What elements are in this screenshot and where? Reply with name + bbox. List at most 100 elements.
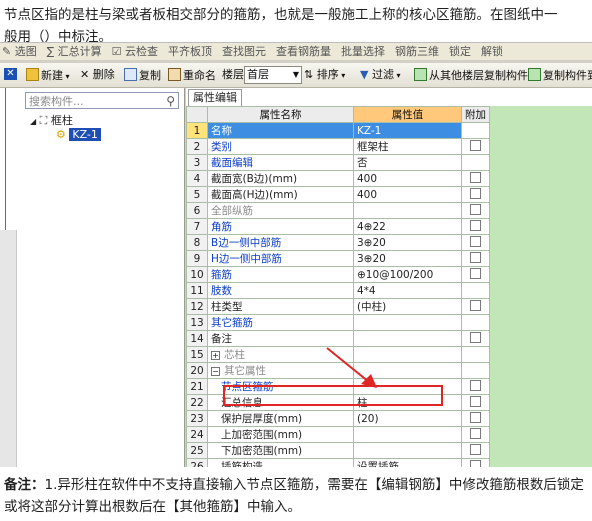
add-checkbox[interactable] bbox=[470, 332, 481, 343]
add-checkbox[interactable] bbox=[470, 204, 481, 215]
property-row[interactable]: 4 截面宽(B边)(mm) 400 bbox=[186, 170, 490, 187]
top-toolbar-item[interactable]: ✎ 选图 bbox=[0, 43, 37, 59]
row-number: 24 bbox=[186, 426, 208, 443]
component-toolbar: ✕ 新建 ▾ ✕ 删除 复制 重命名 楼层 首层 ▼ ⇅ 排序 ▾ ▼ 过滤 ▾ … bbox=[0, 63, 592, 88]
property-value[interactable] bbox=[353, 330, 462, 347]
property-value[interactable]: 3⊕20 bbox=[353, 250, 462, 267]
add-checkbox[interactable] bbox=[470, 396, 481, 407]
add-checkbox[interactable] bbox=[470, 220, 481, 231]
property-value[interactable] bbox=[353, 442, 462, 459]
copy-button[interactable]: 复制 bbox=[124, 68, 161, 82]
add-checkbox[interactable] bbox=[470, 268, 481, 279]
property-row[interactable]: 1 名称 KZ-1 bbox=[186, 122, 490, 139]
add-checkbox[interactable] bbox=[470, 428, 481, 439]
collapse-icon[interactable]: − bbox=[211, 367, 220, 376]
property-row[interactable]: 11 肢数 4*4 bbox=[186, 282, 490, 299]
property-row[interactable]: 24 上加密范围(mm) bbox=[186, 426, 490, 443]
property-value[interactable] bbox=[353, 426, 462, 443]
top-toolbar-item[interactable]: 解锁 bbox=[479, 43, 503, 59]
add-checkbox[interactable] bbox=[470, 412, 481, 423]
row-number: 26 bbox=[186, 458, 208, 467]
property-row[interactable]: 13 其它箍筋 bbox=[186, 314, 490, 331]
add-checkbox[interactable] bbox=[470, 300, 481, 311]
tree-node-frame-column[interactable]: ◢ ⛶ 框柱 bbox=[30, 114, 73, 128]
property-value[interactable]: 框架柱 bbox=[353, 138, 462, 155]
copy-to-button[interactable]: 复制构件到 bbox=[528, 68, 592, 82]
row-number: 20 bbox=[186, 362, 208, 379]
property-value[interactable]: 400 bbox=[353, 170, 462, 187]
sort-button[interactable]: ⇅ 排序 ▾ bbox=[304, 68, 345, 82]
copy-from-floor-button[interactable]: 从其他楼层复制构件 bbox=[414, 68, 528, 82]
property-row[interactable]: 5 截面高(H边)(mm) 400 bbox=[186, 186, 490, 203]
add-cell bbox=[461, 410, 490, 427]
column-header-name: 属性名称 bbox=[207, 106, 354, 123]
property-row[interactable]: 10 箍筋 ⊕10@100/200 bbox=[186, 266, 490, 283]
search-input[interactable]: 搜索构件... ⚲ bbox=[25, 92, 179, 109]
property-row[interactable]: 14 备注 bbox=[186, 330, 490, 347]
property-row[interactable]: 9 H边一侧中部筋 3⊕20 bbox=[186, 250, 490, 267]
new-button[interactable]: 新建 ▾ bbox=[26, 68, 70, 82]
row-number: 10 bbox=[186, 266, 208, 283]
property-value[interactable]: 4*4 bbox=[353, 282, 462, 299]
top-toolbar-item[interactable]: 平齐板顶 bbox=[166, 43, 212, 59]
property-grid-area: 属性名称 属性值 附加 1 名称 KZ-1 2 类别 框架柱 3 截面编辑否 4 截面宽(B边)(… bbox=[186, 106, 592, 467]
add-checkbox[interactable] bbox=[470, 444, 481, 455]
property-value[interactable]: 400 bbox=[353, 186, 462, 203]
property-value[interactable] bbox=[353, 202, 462, 219]
row-number: 23 bbox=[186, 410, 208, 427]
left-scrollbar[interactable] bbox=[0, 230, 17, 467]
add-checkbox[interactable] bbox=[470, 172, 481, 183]
property-value[interactable] bbox=[353, 314, 462, 331]
add-checkbox[interactable] bbox=[470, 252, 481, 263]
property-value[interactable]: ⊕10@100/200 bbox=[353, 266, 462, 283]
property-row[interactable]: 3 截面编辑否 bbox=[186, 154, 490, 171]
delete-button[interactable]: ✕ 删除 bbox=[80, 68, 115, 82]
property-row[interactable]: 26 插筋构造 设置插筋 bbox=[186, 458, 490, 467]
row-number: 11 bbox=[186, 282, 208, 299]
top-toolbar-item[interactable]: 查找图元 bbox=[220, 43, 266, 59]
top-toolbar-item[interactable]: 查看钢筋量 bbox=[274, 43, 331, 59]
property-value[interactable]: (中柱) bbox=[353, 298, 462, 315]
top-toolbar-item[interactable]: 锁定 bbox=[447, 43, 471, 59]
property-table: 属性名称 属性值 附加 1 名称 KZ-1 2 类别 框架柱 3 截面编辑否 4 截面宽(B边)(… bbox=[186, 106, 490, 467]
add-checkbox[interactable] bbox=[470, 188, 481, 199]
top-toolbar-item[interactable]: ∑ 汇总计算 bbox=[45, 43, 102, 59]
floor-label: 楼层 bbox=[222, 68, 244, 81]
property-row[interactable]: 23 保护层厚度(mm) (20) bbox=[186, 410, 490, 427]
property-value[interactable]: 3⊕20 bbox=[353, 234, 462, 251]
top-toolbar-item[interactable]: ☑ 云检查 bbox=[110, 43, 158, 59]
row-number: 25 bbox=[186, 442, 208, 459]
property-value[interactable]: 否 bbox=[353, 154, 462, 171]
add-cell bbox=[461, 378, 490, 395]
property-row[interactable]: 6 全部纵筋 bbox=[186, 202, 490, 219]
filter-button[interactable]: ▼ 过滤 ▾ bbox=[360, 68, 401, 82]
property-row[interactable]: 25 下加密范围(mm) bbox=[186, 442, 490, 459]
gear-icon: ⚙ bbox=[56, 128, 66, 141]
property-row[interactable]: 12 柱类型 (中柱) bbox=[186, 298, 490, 315]
top-toolbar-item[interactable]: 钢筋三维 bbox=[393, 43, 439, 59]
note-text: 备注：1.异形柱在软件中不支持直接输入节点区箍筋，需要在【编辑钢筋】中修改箍筋根… bbox=[4, 474, 588, 518]
property-value[interactable]: (20) bbox=[353, 410, 462, 427]
close-icon[interactable]: ✕ bbox=[4, 68, 17, 80]
add-checkbox[interactable] bbox=[470, 380, 481, 391]
rename-button[interactable]: 重命名 bbox=[168, 68, 216, 82]
property-name: 其它箍筋 bbox=[207, 314, 354, 331]
property-row[interactable]: 8 B边一侧中部筋 3⊕20 bbox=[186, 234, 490, 251]
property-row[interactable]: 7 角筋 4⊕22 bbox=[186, 218, 490, 235]
property-name: 全部纵筋 bbox=[207, 202, 354, 219]
property-value[interactable]: 4⊕22 bbox=[353, 218, 462, 235]
property-value[interactable]: KZ-1 bbox=[353, 122, 462, 139]
top-toolbar-item[interactable]: 批量选择 bbox=[339, 43, 385, 59]
add-checkbox[interactable] bbox=[470, 460, 481, 467]
tab-property-edit[interactable]: 属性编辑 bbox=[188, 89, 242, 106]
row-number: 22 bbox=[186, 394, 208, 411]
property-row[interactable]: 2 类别 框架柱 bbox=[186, 138, 490, 155]
property-value[interactable]: 设置插筋 bbox=[353, 458, 462, 467]
expand-icon[interactable]: + bbox=[211, 351, 220, 360]
tree-node-kz1[interactable]: ⚙ KZ-1 bbox=[56, 128, 101, 142]
add-checkbox[interactable] bbox=[470, 236, 481, 247]
search-icon[interactable]: ⚲ bbox=[166, 93, 175, 110]
property-name: 上加密范围(mm) bbox=[207, 426, 354, 443]
floor-select[interactable]: 首层 ▼ bbox=[244, 66, 302, 84]
add-checkbox[interactable] bbox=[470, 140, 481, 151]
